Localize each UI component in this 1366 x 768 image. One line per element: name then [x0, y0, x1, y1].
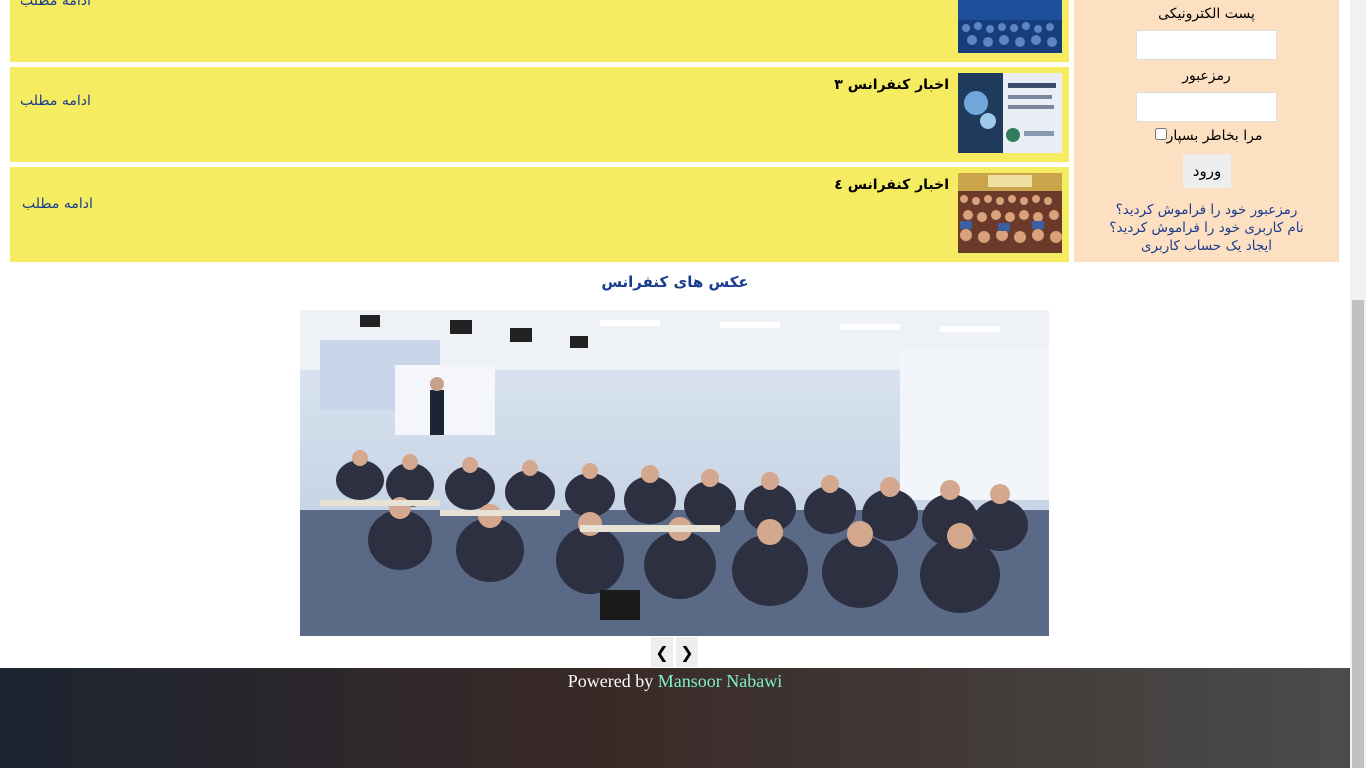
conference-hall-image	[300, 310, 1049, 636]
gallery-prev-button[interactable]: ❮	[651, 637, 673, 667]
footer-credit: Powered by Mansoor Nabawi	[0, 668, 1350, 692]
news-title[interactable]: اخبار کنفرانس ٤	[834, 177, 949, 193]
news-thumbnail[interactable]	[958, 173, 1062, 253]
crowd-image	[958, 173, 1062, 253]
remember-me-label: مرا بخاطر بسپار	[1166, 128, 1263, 144]
audience-image	[958, 0, 1062, 53]
remember-me-checkbox[interactable]	[1154, 128, 1167, 140]
footer: Powered by Mansoor Nabawi	[0, 668, 1350, 768]
email-field[interactable]	[1136, 30, 1277, 60]
news-item: اخبار کنفرانس ٤ ادامه مطلب	[10, 167, 1069, 262]
password-label: رمزعبور	[1182, 68, 1231, 84]
read-more-link[interactable]: ادامه مطلب	[22, 196, 93, 212]
page-scrollbar[interactable]	[1350, 0, 1366, 768]
author-link[interactable]: Mansoor Nabawi	[658, 671, 782, 691]
news-title[interactable]: اخبار کنفرانس ٣	[834, 77, 949, 93]
forgot-password-link[interactable]: رمزعبور خود را فراموش کردید؟	[1074, 202, 1339, 218]
remember-me: مرا بخاطر بسپار	[1074, 128, 1339, 144]
conference-poster-image	[958, 73, 1062, 153]
login-panel: پست الکترونیکی رمزعبور مرا بخاطر بسپار و…	[1074, 0, 1339, 262]
login-button[interactable]: ورود	[1183, 154, 1231, 188]
create-account-link[interactable]: ایجاد یک حساب کاربری	[1074, 238, 1339, 254]
news-thumbnail[interactable]	[958, 0, 1062, 53]
email-label: پست الکترونیکی	[1158, 6, 1255, 22]
news-item: ادامه مطلب	[10, 0, 1069, 62]
gallery-slide	[300, 310, 1049, 636]
gallery-next-button[interactable]: ❯	[676, 637, 698, 667]
gallery-title: عکس های کنفرانس	[601, 273, 749, 291]
read-more-link[interactable]: ادامه مطلب	[20, 93, 91, 109]
news-item: اخبار کنفرانس ٣ ادامه مطلب	[10, 67, 1069, 162]
footer-prefix: Powered by	[567, 671, 654, 691]
read-more-link[interactable]: ادامه مطلب	[20, 0, 91, 9]
scrollbar-thumb[interactable]	[1352, 300, 1364, 768]
forgot-username-link[interactable]: نام کاربری خود را فراموش کردید؟	[1074, 220, 1339, 236]
news-thumbnail[interactable]	[958, 73, 1062, 153]
password-field[interactable]	[1136, 92, 1277, 122]
